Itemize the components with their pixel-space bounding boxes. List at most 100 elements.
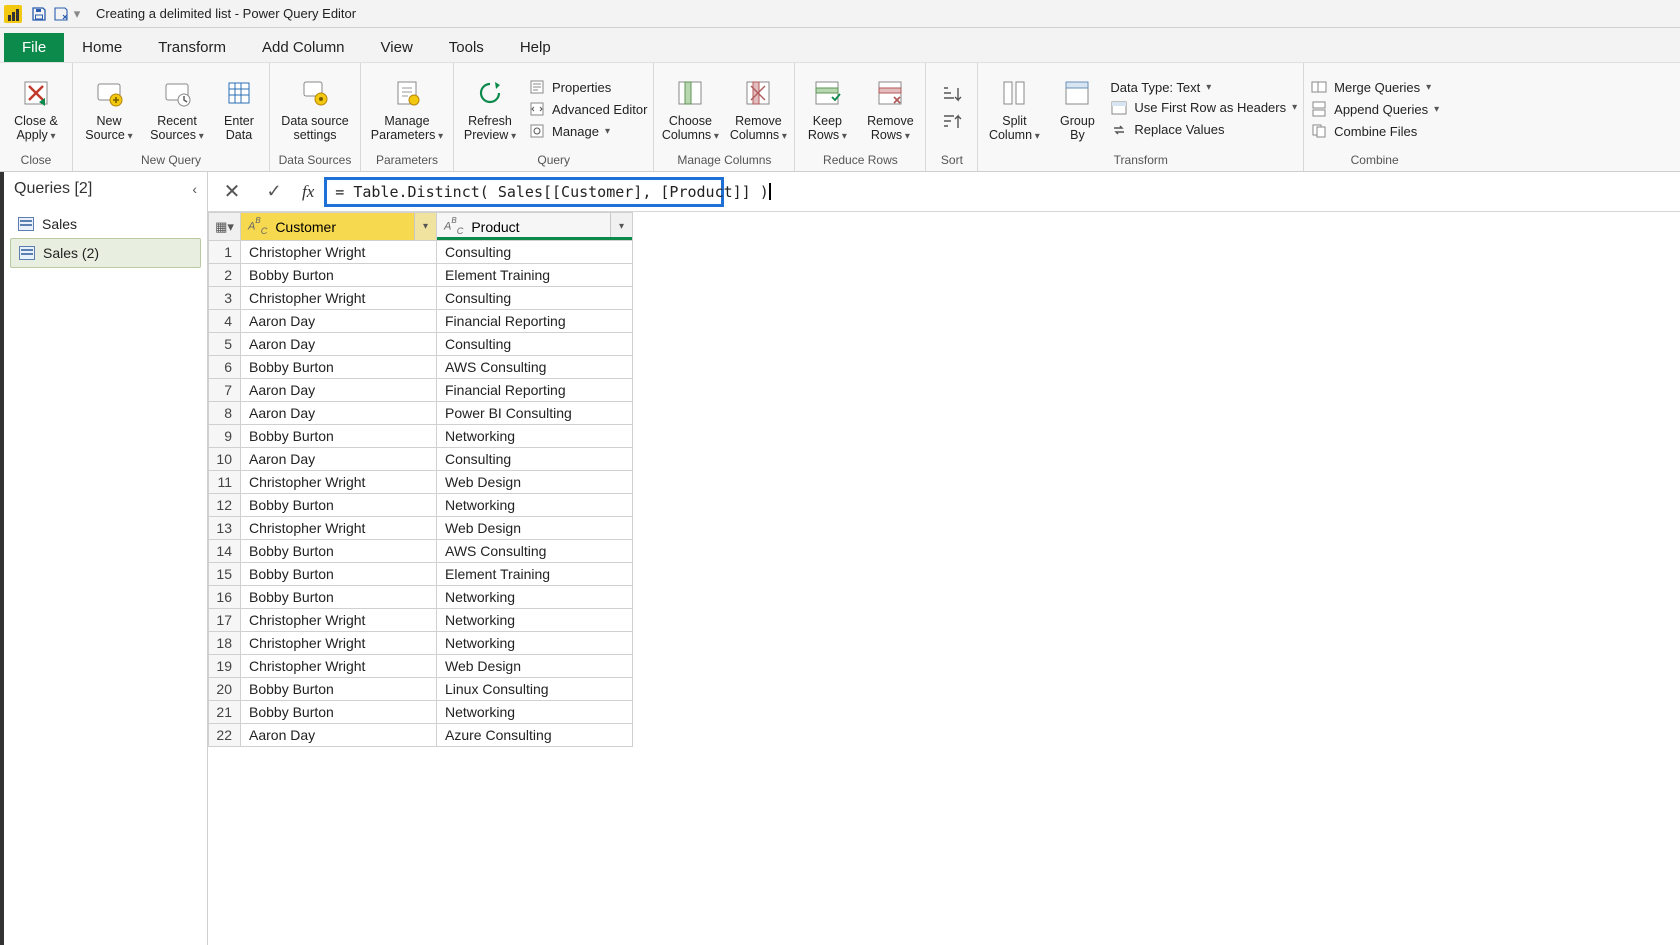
enter-data-button[interactable]: Enter Data	[215, 76, 263, 143]
table-row[interactable]: 20Bobby BurtonLinux Consulting	[209, 678, 633, 701]
table-row[interactable]: 4Aaron DayFinancial Reporting	[209, 310, 633, 333]
remove-rows-button[interactable]: Remove Rows	[861, 76, 919, 143]
row-number[interactable]: 6	[209, 356, 241, 379]
cell-product[interactable]: Web Design	[437, 471, 633, 494]
merge-queries-button[interactable]: Merge Queries	[1310, 78, 1431, 96]
table-row[interactable]: 16Bobby BurtonNetworking	[209, 586, 633, 609]
row-number[interactable]: 19	[209, 655, 241, 678]
split-column-button[interactable]: Split Column	[984, 76, 1044, 143]
row-number[interactable]: 11	[209, 471, 241, 494]
row-number[interactable]: 21	[209, 701, 241, 724]
keep-rows-button[interactable]: Keep Rows	[801, 76, 853, 143]
cell-customer[interactable]: Bobby Burton	[241, 494, 437, 517]
row-number[interactable]: 15	[209, 563, 241, 586]
table-row[interactable]: 12Bobby BurtonNetworking	[209, 494, 633, 517]
cell-customer[interactable]: Christopher Wright	[241, 517, 437, 540]
row-number[interactable]: 7	[209, 379, 241, 402]
cell-customer[interactable]: Christopher Wright	[241, 471, 437, 494]
data-type-button[interactable]: Data Type: Text	[1110, 80, 1211, 95]
table-row[interactable]: 15Bobby BurtonElement Training	[209, 563, 633, 586]
data-source-settings-button[interactable]: Data source settings	[276, 76, 354, 143]
table-row[interactable]: 8Aaron DayPower BI Consulting	[209, 402, 633, 425]
cell-customer[interactable]: Aaron Day	[241, 310, 437, 333]
properties-button[interactable]: Properties	[528, 78, 611, 96]
row-number[interactable]: 13	[209, 517, 241, 540]
row-number[interactable]: 16	[209, 586, 241, 609]
choose-columns-button[interactable]: Choose Columns	[660, 76, 720, 143]
formula-cancel-button[interactable]: ✕	[214, 177, 250, 207]
table-row[interactable]: 11Christopher WrightWeb Design	[209, 471, 633, 494]
table-row[interactable]: 21Bobby BurtonNetworking	[209, 701, 633, 724]
row-number[interactable]: 5	[209, 333, 241, 356]
cell-product[interactable]: Networking	[437, 701, 633, 724]
cell-customer[interactable]: Christopher Wright	[241, 241, 437, 264]
row-number[interactable]: 20	[209, 678, 241, 701]
row-number[interactable]: 3	[209, 287, 241, 310]
column-header-customer[interactable]: ABCCustomer ▾	[241, 213, 437, 241]
row-number[interactable]: 18	[209, 632, 241, 655]
table-row[interactable]: 1Christopher WrightConsulting	[209, 241, 633, 264]
table-row[interactable]: 7Aaron DayFinancial Reporting	[209, 379, 633, 402]
cell-product[interactable]: Consulting	[437, 241, 633, 264]
cell-product[interactable]: Consulting	[437, 448, 633, 471]
cell-customer[interactable]: Bobby Burton	[241, 586, 437, 609]
replace-values-button[interactable]: Replace Values	[1110, 121, 1224, 139]
cell-product[interactable]: Financial Reporting	[437, 379, 633, 402]
row-number[interactable]: 10	[209, 448, 241, 471]
append-queries-button[interactable]: Append Queries	[1310, 100, 1439, 118]
row-number[interactable]: 2	[209, 264, 241, 287]
new-source-button[interactable]: New Source	[79, 76, 139, 143]
menu-view[interactable]: View	[363, 33, 431, 62]
row-number[interactable]: 8	[209, 402, 241, 425]
table-corner-button[interactable]: ▦▾	[209, 213, 241, 241]
row-number[interactable]: 22	[209, 724, 241, 747]
cell-customer[interactable]: Bobby Burton	[241, 540, 437, 563]
cell-product[interactable]: Azure Consulting	[437, 724, 633, 747]
menu-tools[interactable]: Tools	[431, 33, 502, 62]
queries-pane-header[interactable]: Queries [2] ‹	[4, 172, 207, 206]
column-header-product[interactable]: ABCProduct ▾	[437, 213, 633, 241]
table-row[interactable]: 3Christopher WrightConsulting	[209, 287, 633, 310]
formula-input[interactable]: = Table.Distinct( Sales[[Customer], [Pro…	[324, 177, 724, 207]
row-number[interactable]: 17	[209, 609, 241, 632]
combine-files-button[interactable]: Combine Files	[1310, 122, 1417, 140]
table-row[interactable]: 22Aaron DayAzure Consulting	[209, 724, 633, 747]
cell-customer[interactable]: Aaron Day	[241, 402, 437, 425]
cell-customer[interactable]: Christopher Wright	[241, 632, 437, 655]
cell-product[interactable]: Consulting	[437, 287, 633, 310]
cell-product[interactable]: Web Design	[437, 517, 633, 540]
manage-parameters-button[interactable]: Manage Parameters	[367, 76, 447, 143]
cell-customer[interactable]: Bobby Burton	[241, 356, 437, 379]
menu-home[interactable]: Home	[64, 33, 140, 62]
cell-customer[interactable]: Aaron Day	[241, 448, 437, 471]
menu-transform[interactable]: Transform	[140, 33, 244, 62]
sort-asc-button[interactable]	[941, 84, 963, 106]
first-row-headers-button[interactable]: Use First Row as Headers	[1110, 99, 1297, 117]
refresh-preview-button[interactable]: Refresh Preview	[460, 76, 520, 143]
cell-product[interactable]: Networking	[437, 609, 633, 632]
cell-customer[interactable]: Aaron Day	[241, 333, 437, 356]
cell-product[interactable]: AWS Consulting	[437, 540, 633, 563]
cell-product[interactable]: Networking	[437, 586, 633, 609]
column-filter-button[interactable]: ▾	[414, 213, 436, 240]
cell-customer[interactable]: Bobby Burton	[241, 563, 437, 586]
cell-product[interactable]: Linux Consulting	[437, 678, 633, 701]
cell-customer[interactable]: Bobby Burton	[241, 701, 437, 724]
formula-commit-button[interactable]: ✓	[256, 177, 292, 207]
table-row[interactable]: 13Christopher WrightWeb Design	[209, 517, 633, 540]
manage-button[interactable]: Manage	[528, 122, 610, 140]
cell-product[interactable]: Networking	[437, 425, 633, 448]
qat-save-as-icon[interactable]	[50, 3, 72, 25]
query-item[interactable]: Sales (2)	[10, 238, 201, 268]
column-filter-button[interactable]: ▾	[610, 213, 632, 240]
cell-product[interactable]: Financial Reporting	[437, 310, 633, 333]
cell-customer[interactable]: Christopher Wright	[241, 655, 437, 678]
cell-product[interactable]: Networking	[437, 494, 633, 517]
table-row[interactable]: 2Bobby BurtonElement Training	[209, 264, 633, 287]
cell-customer[interactable]: Bobby Burton	[241, 264, 437, 287]
cell-product[interactable]: Web Design	[437, 655, 633, 678]
qat-save-icon[interactable]	[28, 3, 50, 25]
cell-product[interactable]: Networking	[437, 632, 633, 655]
table-row[interactable]: 10Aaron DayConsulting	[209, 448, 633, 471]
cell-customer[interactable]: Aaron Day	[241, 724, 437, 747]
